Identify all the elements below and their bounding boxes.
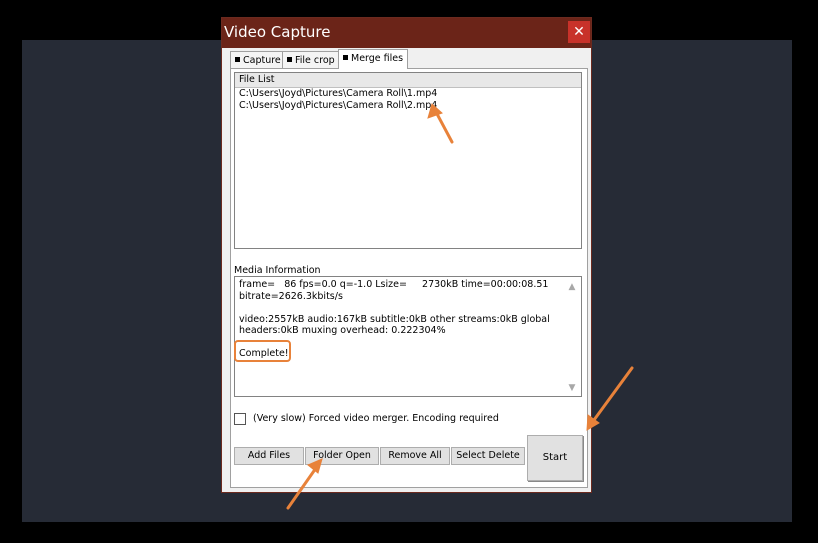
tab-file-crop[interactable]: File crop [282,51,340,68]
chevron-down-icon[interactable]: ▼ [566,382,578,394]
forced-merge-checkbox[interactable] [234,413,246,425]
start-button[interactable]: Start [527,435,583,481]
video-capture-window: Video Capture ✕ Capture File crop Merge … [221,17,592,493]
tab-merge-files[interactable]: Merge files [338,49,409,69]
list-item[interactable]: C:\Users\Joyd\Pictures\Camera Roll\1.mp4 [235,88,581,100]
select-delete-button[interactable]: Select Delete [451,447,525,465]
list-item[interactable]: C:\Users\Joyd\Pictures\Camera Roll\2.mp4 [235,100,581,112]
complete-highlight-box [234,340,291,362]
square-bullet-icon [343,55,348,60]
media-info-label: Media Information [234,265,321,276]
tab-capture[interactable]: Capture [230,51,286,68]
media-info-textbox[interactable]: frame= 86 fps=0.0 q=-1.0 Lsize= 2730kB t… [234,276,582,397]
folder-open-button[interactable]: Folder Open [305,447,379,465]
square-bullet-icon [235,57,240,62]
chevron-up-icon[interactable]: ▲ [566,281,578,293]
close-icon[interactable]: ✕ [568,21,590,43]
square-bullet-icon [287,57,292,62]
add-files-button[interactable]: Add Files [234,447,304,465]
merge-files-panel: File List C:\Users\Joyd\Pictures\Camera … [230,68,588,488]
remove-all-button[interactable]: Remove All [380,447,450,465]
file-list[interactable]: File List C:\Users\Joyd\Pictures\Camera … [234,72,582,249]
title-bar[interactable]: Video Capture ✕ [222,18,591,48]
forced-merge-label: (Very slow) Forced video merger. Encodin… [253,413,499,424]
window-title: Video Capture [224,23,331,41]
file-list-header[interactable]: File List [235,73,581,88]
